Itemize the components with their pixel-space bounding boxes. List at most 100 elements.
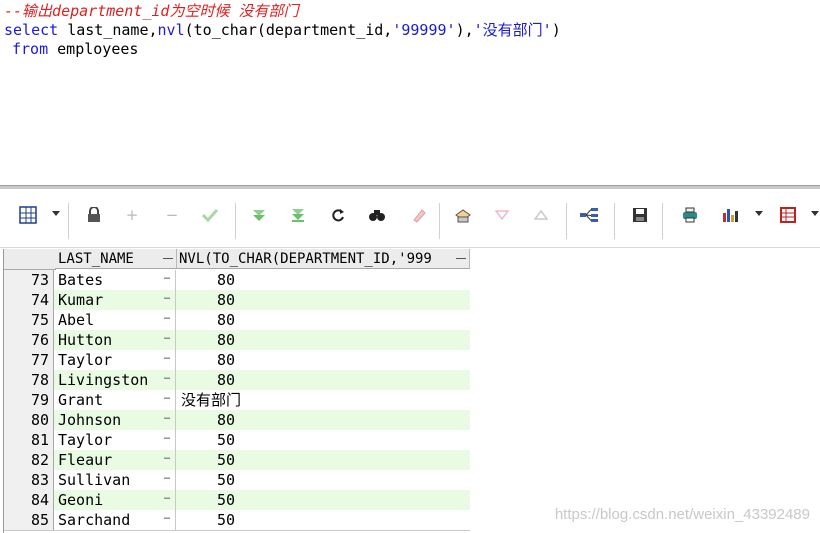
row-number[interactable]: 75 <box>4 310 54 330</box>
column-header-label: LAST_NAME <box>58 251 134 267</box>
cell-department[interactable]: 50 <box>177 470 470 490</box>
table-row[interactable]: 74 Kumar… 80 <box>4 290 470 311</box>
print-icon[interactable] <box>678 203 702 227</box>
lock-icon[interactable] <box>82 203 106 227</box>
sort-desc-icon[interactable] <box>490 203 514 227</box>
table-row[interactable]: 81 Taylor… 50 <box>4 430 470 451</box>
find-icon[interactable] <box>365 203 389 227</box>
grid-corner[interactable] <box>4 249 56 270</box>
result-grid[interactable]: LAST_NAME NVL(TO_CHAR(DEPARTMENT_ID,'999… <box>3 249 470 533</box>
cell-ellipsis-button[interactable]: … <box>164 450 170 464</box>
row-number[interactable]: 83 <box>4 470 54 490</box>
table-row[interactable]: 77 Taylor… 80 <box>4 350 470 371</box>
cell-last-name[interactable]: Kumar <box>55 290 176 310</box>
cell-department[interactable]: 50 <box>177 510 470 530</box>
table-row[interactable]: 85 Sarchand… 50 <box>4 510 470 531</box>
table-row[interactable]: 73 Bates… 80 <box>4 270 470 291</box>
cell-last-name[interactable]: Johnson <box>55 410 176 430</box>
sql-editor[interactable]: --输出department_id为空时候 没有部门 select last_n… <box>0 0 820 186</box>
cell-last-name[interactable]: Grant <box>55 390 176 410</box>
cell-department[interactable]: 没有部门 <box>177 390 470 410</box>
row-number[interactable]: 82 <box>4 450 54 470</box>
cell-ellipsis-button[interactable]: … <box>164 410 170 424</box>
table-options-dropdown-icon[interactable] <box>811 211 819 216</box>
cell-last-name[interactable]: Sullivan <box>55 470 176 490</box>
fetch-last-icon[interactable] <box>286 203 310 227</box>
cell-department[interactable]: 80 <box>177 350 470 370</box>
cell-ellipsis-button[interactable]: … <box>164 510 170 524</box>
column-header-nvl[interactable]: NVL(TO_CHAR(DEPARTMENT_ID,'999 <box>177 249 470 269</box>
cell-ellipsis-button[interactable]: … <box>164 490 170 504</box>
cell-ellipsis-button[interactable]: … <box>164 470 170 484</box>
grid-view-icon[interactable] <box>16 203 40 227</box>
cell-last-name[interactable]: Taylor <box>55 350 176 370</box>
cell-last-name[interactable]: Taylor <box>55 430 176 450</box>
row-number[interactable]: 77 <box>4 350 54 370</box>
column-sort-indicator-icon[interactable] <box>456 258 466 259</box>
chart-dropdown-icon[interactable] <box>755 211 763 216</box>
cell-last-name[interactable]: Sarchand <box>55 510 176 530</box>
table-row[interactable]: 83 Sullivan… 50 <box>4 470 470 491</box>
sort-asc-icon[interactable] <box>529 203 553 227</box>
clear-icon[interactable] <box>407 203 431 227</box>
table-row[interactable]: 79 Grant… 没有部门 <box>4 390 470 411</box>
cell-department[interactable]: 80 <box>177 370 470 390</box>
sql-string-format: '99999' <box>392 21 456 39</box>
fetch-next-icon[interactable] <box>247 203 271 227</box>
cell-ellipsis-button[interactable]: … <box>164 310 170 324</box>
grid-view-dropdown-icon[interactable] <box>52 211 60 216</box>
table-row[interactable]: 84 Geoni… 50 <box>4 490 470 511</box>
cell-ellipsis-button[interactable]: … <box>164 430 170 444</box>
cell-last-name[interactable]: Hutton <box>55 330 176 350</box>
cell-last-name[interactable]: Geoni <box>55 490 176 510</box>
cell-last-name[interactable]: Livingston <box>55 370 176 390</box>
row-number[interactable]: 76 <box>4 330 54 350</box>
query-builder-icon[interactable] <box>577 203 601 227</box>
row-number[interactable]: 85 <box>4 510 54 530</box>
row-number[interactable]: 78 <box>4 370 54 390</box>
add-record-icon[interactable]: + <box>120 203 144 227</box>
row-number[interactable]: 84 <box>4 490 54 510</box>
column-header-last-name[interactable]: LAST_NAME <box>55 249 177 269</box>
post-changes-icon[interactable] <box>198 203 222 227</box>
table-row[interactable]: 75 Abel… 80 <box>4 310 470 331</box>
cell-department[interactable]: 80 <box>177 410 470 430</box>
cell-department[interactable]: 50 <box>177 490 470 510</box>
cell-ellipsis-button[interactable]: … <box>164 350 170 364</box>
sql-args-2: ), <box>455 21 474 39</box>
table-row[interactable]: 76 Hutton… 80 <box>4 330 470 351</box>
cell-department[interactable]: 80 <box>177 290 470 310</box>
table-row[interactable]: 78 Livingston… 80 <box>4 370 470 391</box>
sql-select-line: select last_name,nvl(to_char(department_… <box>4 21 561 40</box>
cell-last-name[interactable]: Abel <box>55 310 176 330</box>
cell-department[interactable]: 80 <box>177 310 470 330</box>
cell-last-name[interactable]: Bates <box>55 270 176 290</box>
cell-department[interactable]: 80 <box>177 330 470 350</box>
result-toolbar: + − <box>0 189 820 248</box>
delete-record-icon[interactable]: − <box>160 203 184 227</box>
export-icon[interactable] <box>451 203 475 227</box>
sql-columns: last_name, <box>58 21 158 39</box>
cell-ellipsis-button[interactable]: … <box>164 390 170 404</box>
cell-department[interactable]: 80 <box>177 270 470 290</box>
row-number[interactable]: 80 <box>4 410 54 430</box>
toolbar-separator <box>662 203 663 239</box>
cell-ellipsis-button[interactable]: … <box>164 270 170 284</box>
cell-department[interactable]: 50 <box>177 430 470 450</box>
row-number[interactable]: 74 <box>4 290 54 310</box>
row-number[interactable]: 79 <box>4 390 54 410</box>
row-number[interactable]: 81 <box>4 430 54 450</box>
row-number[interactable]: 73 <box>4 270 54 290</box>
cell-ellipsis-button[interactable]: … <box>164 330 170 344</box>
table-row[interactable]: 82 Fleaur… 50 <box>4 450 470 471</box>
cell-ellipsis-button[interactable]: … <box>164 290 170 304</box>
refresh-icon[interactable] <box>326 203 350 227</box>
cell-last-name[interactable]: Fleaur <box>55 450 176 470</box>
column-sort-indicator-icon[interactable] <box>163 258 173 259</box>
cell-department[interactable]: 50 <box>177 450 470 470</box>
chart-icon[interactable] <box>718 203 742 227</box>
table-row[interactable]: 80 Johnson… 80 <box>4 410 470 431</box>
cell-ellipsis-button[interactable]: … <box>164 370 170 384</box>
table-options-icon[interactable] <box>776 203 800 227</box>
save-icon[interactable] <box>628 203 652 227</box>
